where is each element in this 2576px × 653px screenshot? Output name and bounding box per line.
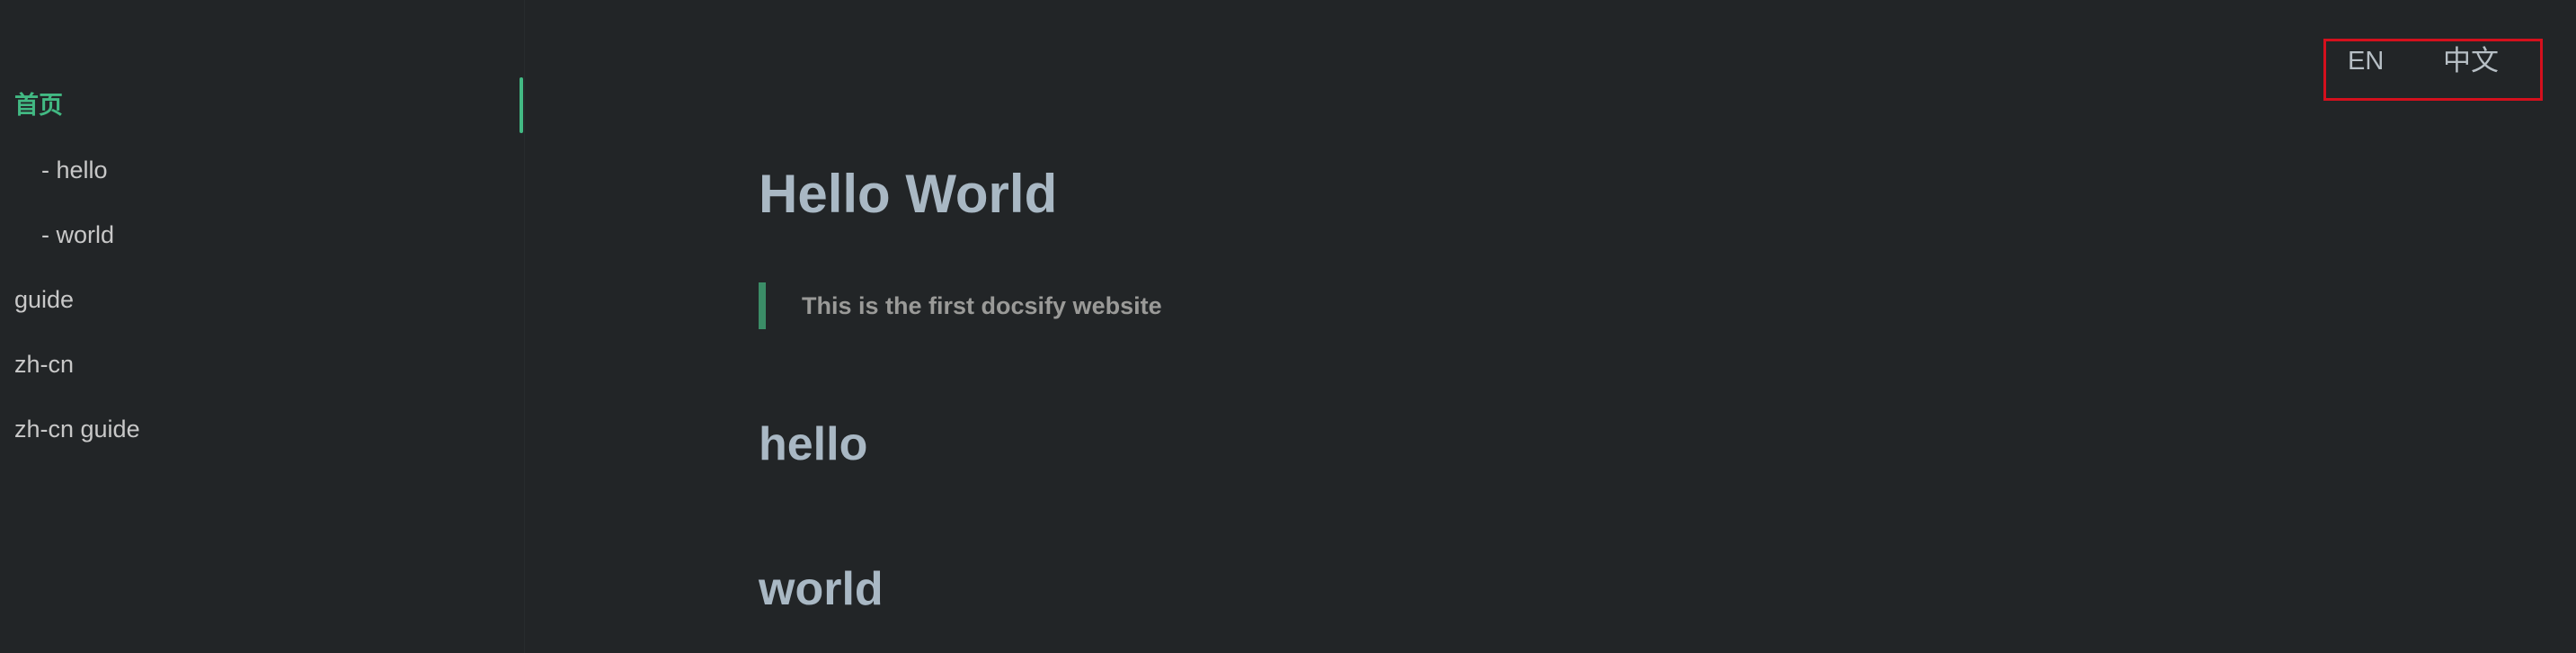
blockquote-bar — [759, 282, 766, 329]
blockquote: This is the first docsify website — [759, 282, 1298, 329]
blockquote-text: This is the first docsify website — [802, 292, 1162, 319]
language-zh-link[interactable]: 中文 — [2443, 43, 2499, 79]
sidebar-item-zh-cn[interactable]: zh-cn — [14, 342, 140, 407]
section-heading-world: world — [759, 563, 884, 615]
sidebar-item-hello[interactable]: - hello — [14, 148, 140, 212]
section-heading-hello: hello — [759, 418, 868, 470]
sidebar-item-world[interactable]: - world — [14, 212, 140, 277]
sidebar-toggle-indicator[interactable] — [520, 77, 523, 133]
page-title: Hello World — [759, 164, 1058, 224]
language-en-link[interactable]: EN — [2348, 43, 2384, 79]
sidebar-item-guide[interactable]: guide — [14, 277, 140, 342]
sidebar-nav: 首页 - hello - world guide zh-cn zh-cn gui… — [14, 83, 140, 471]
sidebar-item-zh-cn-guide[interactable]: zh-cn guide — [14, 407, 140, 471]
sidebar: 首页 - hello - world guide zh-cn zh-cn gui… — [0, 0, 525, 653]
sidebar-item-home[interactable]: 首页 — [14, 83, 140, 148]
